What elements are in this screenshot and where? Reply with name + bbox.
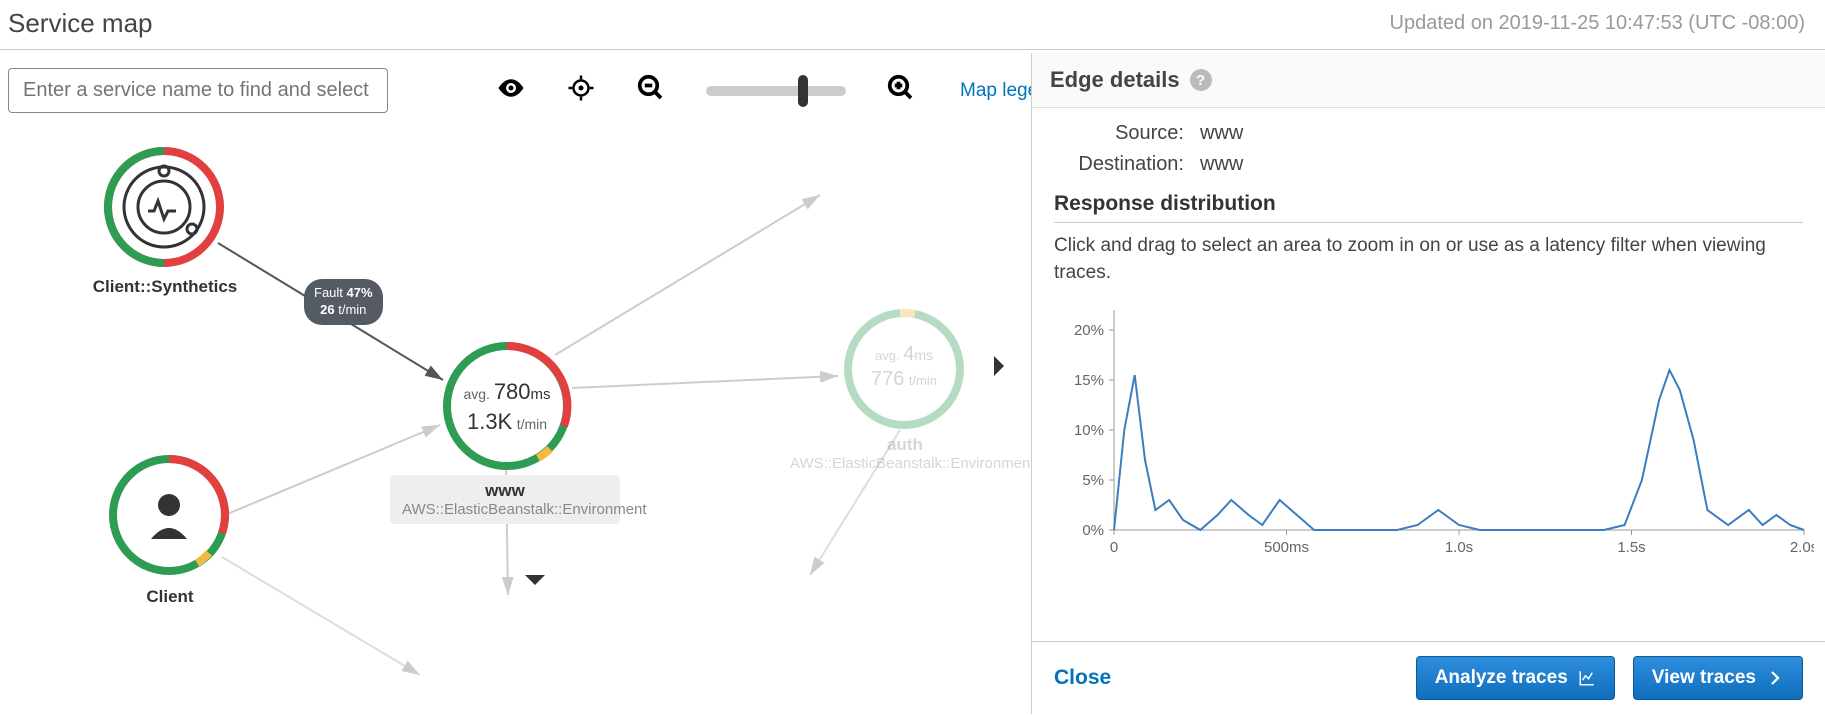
node-client[interactable]: [105, 451, 233, 584]
view-traces-button[interactable]: View traces: [1633, 656, 1803, 700]
svg-text:15%: 15%: [1074, 372, 1104, 389]
zoom-out-icon[interactable]: [636, 73, 666, 108]
dest-value: www: [1200, 153, 1803, 176]
node-www-label: www: [402, 481, 608, 501]
chevron-right-icon: [1766, 669, 1784, 687]
svg-text:1.5s: 1.5s: [1617, 539, 1645, 556]
node-www-sub: AWS::ElasticBeanstalk::Environment: [402, 501, 608, 518]
response-dist-title: Response distribution: [1054, 192, 1803, 216]
page-title: Service map: [8, 8, 153, 39]
svg-text:0%: 0%: [1082, 522, 1104, 539]
search-input[interactable]: [8, 68, 388, 113]
edge-details-panel: Edge details ? Source: www Destination: …: [1031, 53, 1825, 714]
help-icon[interactable]: ?: [1190, 69, 1212, 91]
analyze-traces-button[interactable]: Analyze traces: [1416, 656, 1615, 700]
chart-icon: [1578, 669, 1596, 687]
node-www-label-box[interactable]: www AWS::ElasticBeanstalk::Environment: [390, 475, 620, 524]
fault-pill: Fault 47% 26 t/min: [304, 279, 383, 325]
zoom-in-icon[interactable]: [886, 73, 916, 108]
svg-text:500ms: 500ms: [1264, 539, 1309, 556]
node-auth-label: auth: [790, 435, 1020, 455]
svg-text:1.0s: 1.0s: [1445, 539, 1473, 556]
node-client-label: Client: [110, 587, 230, 607]
node-auth-sub: AWS::ElasticBeanstalk::Environment: [790, 455, 1020, 472]
svg-text:0: 0: [1110, 539, 1118, 556]
chevron-right-icon[interactable]: [984, 351, 1014, 381]
node-client-synthetics[interactable]: [100, 143, 228, 276]
zoom-thumb[interactable]: [798, 75, 808, 107]
node-www[interactable]: avg. 780ms 1.3K t/min: [438, 337, 576, 480]
source-value: www: [1200, 122, 1803, 145]
svg-text:10%: 10%: [1074, 422, 1104, 439]
close-button[interactable]: Close: [1054, 666, 1111, 690]
response-dist-hint: Click and drag to select an area to zoom…: [1054, 233, 1803, 286]
node-client-synthetics-label: Client::Synthetics: [70, 277, 260, 297]
view-traces-label: View traces: [1652, 667, 1756, 689]
updated-timestamp: Updated on 2019-11-25 10:47:53 (UTC -08:…: [1390, 12, 1805, 35]
chevron-down-icon[interactable]: [520, 565, 550, 595]
source-label: Source:: [1054, 122, 1184, 145]
target-icon[interactable]: [566, 73, 596, 108]
dest-label: Destination:: [1054, 153, 1184, 176]
svg-text:5%: 5%: [1082, 472, 1104, 489]
service-map-canvas[interactable]: Client::Synthetics Fault 47% 26 t/min Cl…: [0, 115, 1020, 715]
svg-text:20%: 20%: [1074, 322, 1104, 339]
node-auth[interactable]: avg. 4ms 776 t/min: [840, 305, 968, 438]
zoom-slider[interactable]: [706, 86, 846, 96]
response-dist-chart[interactable]: 0%5%10%15%20%0500ms1.0s1.5s2.0s: [1054, 300, 1803, 560]
visibility-icon[interactable]: [496, 73, 526, 108]
svg-text:2.0s: 2.0s: [1790, 539, 1814, 556]
edge-details-title: Edge details: [1050, 67, 1180, 93]
analyze-traces-label: Analyze traces: [1435, 667, 1568, 689]
